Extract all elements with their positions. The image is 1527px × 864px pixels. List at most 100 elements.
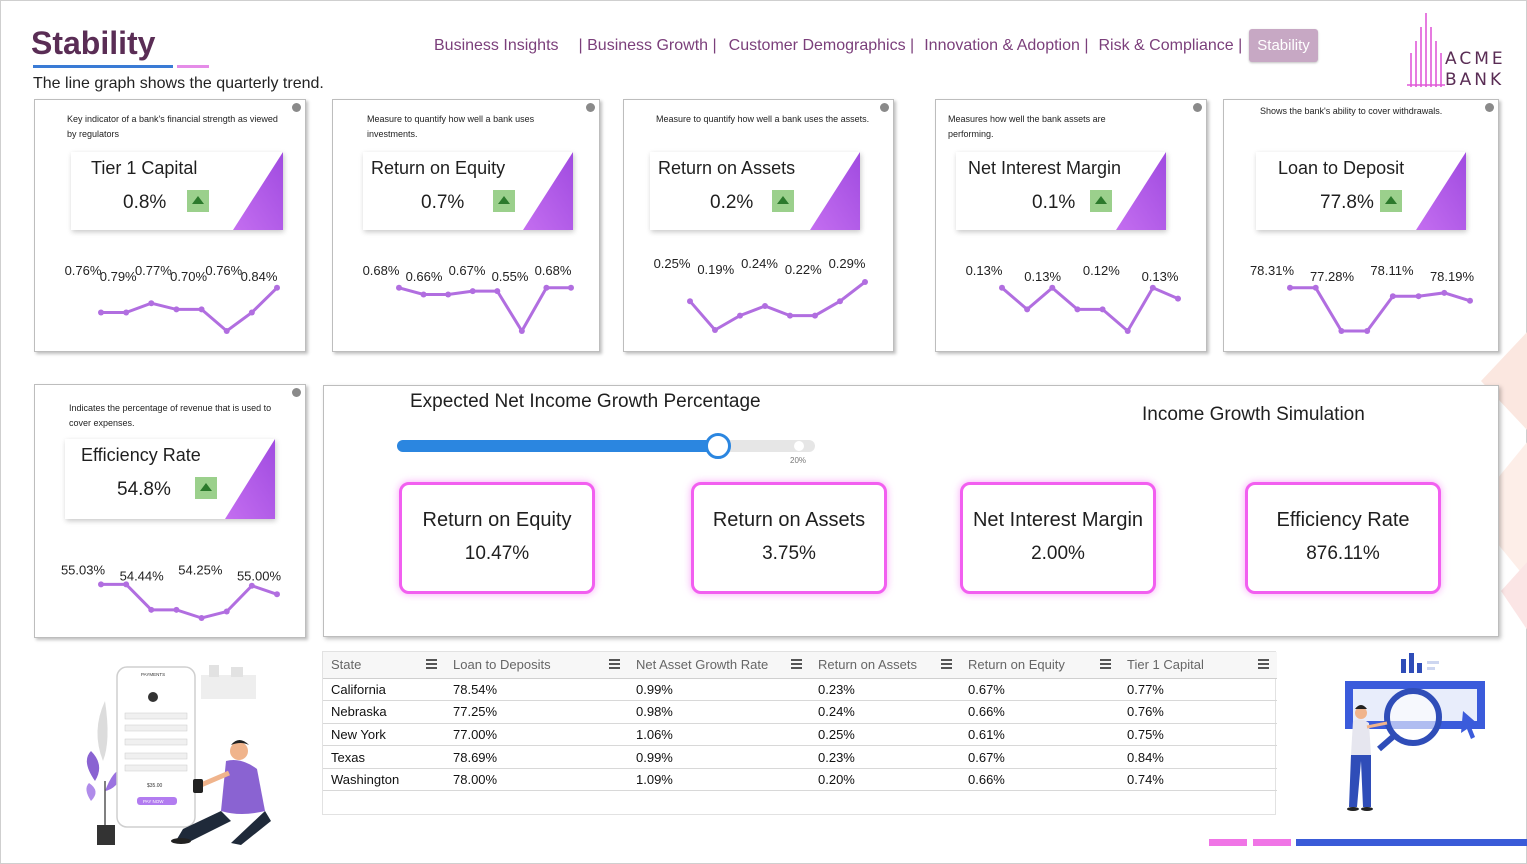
column-menu-icon[interactable] <box>1100 659 1111 669</box>
sim-card-efficiency-rate: Efficiency Rate 876.11% <box>1245 482 1441 594</box>
state-metrics-table: State Loan to Deposits Net Asset Growth … <box>322 651 1277 815</box>
column-menu-icon[interactable] <box>941 659 952 669</box>
cell-return-on-assets: 0.23% <box>810 678 960 702</box>
sparkline-data-label: 77.28% <box>1310 269 1355 284</box>
info-icon[interactable] <box>292 103 301 112</box>
column-menu-icon[interactable] <box>609 659 620 669</box>
slider-fill <box>397 440 719 452</box>
cell-loan-to-deposits: 78.69% <box>445 745 628 769</box>
kpi-card-tier1-capital: Key indicator of a bank's financial stre… <box>34 99 306 352</box>
nav-customer-demographics[interactable]: Customer Demographics | <box>726 37 918 55</box>
kpi-label: Efficiency Rate <box>81 445 201 465</box>
cell-tier1-capital: 0.77% <box>1119 678 1277 702</box>
cell-loan-to-deposits: 77.00% <box>445 723 628 747</box>
kpi-value: 54.8% <box>117 479 171 500</box>
sparkline-data-label: 0.24% <box>741 256 778 271</box>
sparkline-point <box>543 284 550 291</box>
sparkline-point <box>494 288 501 295</box>
sparkline-point <box>1049 284 1056 291</box>
column-header-loan-to-deposits[interactable]: Loan to Deposits <box>445 652 628 679</box>
sparkline-chart: 55.03% 54.44% 54.25% 55.00% <box>61 563 281 621</box>
sparkline-point <box>173 606 180 613</box>
kpi-box: Return on Equity 0.7% <box>363 152 573 230</box>
income-growth-simulation-panel: Expected Net Income Growth Percentage In… <box>323 385 1499 637</box>
sparkline-chart: 78.31% 77.28% 78.11% 78.19% <box>1250 263 1474 334</box>
sim-card-label: Return on Assets <box>712 509 866 531</box>
kpi-card-efficiency-rate: Indicates the percentage of revenue that… <box>34 384 306 638</box>
footer-bar-pink-1 <box>1209 839 1247 846</box>
nav-business-growth[interactable]: | Business Growth | <box>576 37 720 55</box>
cell-return-on-equity: 0.66% <box>960 700 1119 724</box>
nav-stability-active[interactable]: Stability <box>1249 29 1318 62</box>
table-header-row: State Loan to Deposits Net Asset Growth … <box>323 652 1277 679</box>
sparkline-data-label: 78.31% <box>1250 263 1295 278</box>
kpi-description: Indicates the percentage of revenue that… <box>69 403 272 428</box>
column-header-net-asset-growth-rate[interactable]: Net Asset Growth Rate <box>628 652 810 679</box>
sim-card-label: Efficiency Rate <box>1276 509 1410 531</box>
cell-tier1-capital: 0.76% <box>1119 700 1277 724</box>
info-icon[interactable] <box>1193 103 1202 112</box>
sparkline-path <box>101 582 278 620</box>
sim-card-label: Net Interest Margin <box>972 509 1144 531</box>
dashboard-root: Stability The line graph shows the quart… <box>0 0 1527 864</box>
column-menu-icon[interactable] <box>791 659 802 669</box>
sparkline-point <box>445 291 452 298</box>
sparkline-data-label: 0.76% <box>65 263 102 278</box>
slider-thumb[interactable] <box>705 433 731 459</box>
nav-business-insights[interactable]: Business Insights <box>431 37 562 55</box>
data-search-illustration <box>1345 653 1485 811</box>
sparkline-point <box>1124 328 1131 334</box>
table-row[interactable]: New York 77.00% 1.06% 0.25% 0.61% 0.75% <box>323 723 1277 747</box>
sim-card-label: Return on Equity <box>422 509 572 531</box>
table-row[interactable]: California 78.54% 0.99% 0.23% 0.67% 0.77… <box>323 678 1277 702</box>
sparkline-point <box>812 312 818 319</box>
page-title: Stability <box>31 25 156 61</box>
sparkline-path <box>101 286 279 333</box>
table-row[interactable]: Nebraska 77.25% 0.98% 0.24% 0.66% 0.76% <box>323 700 1277 724</box>
column-header-state[interactable]: State <box>323 652 445 679</box>
kpi-box: Loan to Deposit 77.8% <box>1256 152 1466 230</box>
kpi-label: Return on Equity <box>371 158 506 178</box>
cell-return-on-assets: 0.20% <box>810 768 960 792</box>
sparkline-point <box>1467 297 1473 304</box>
column-header-return-on-equity[interactable]: Return on Equity <box>960 652 1119 679</box>
sparkline-data-label: 78.11% <box>1370 263 1414 278</box>
cell-net-asset-growth-rate: 0.99% <box>628 745 810 769</box>
sparkline-point <box>1074 306 1081 313</box>
sparkline-data-label: 0.84% <box>241 269 278 284</box>
cell-net-asset-growth-rate: 1.09% <box>628 768 810 792</box>
kpi-label: Loan to Deposit <box>1278 158 1405 178</box>
column-menu-icon[interactable] <box>426 659 437 669</box>
cell-return-on-assets: 0.24% <box>810 700 960 724</box>
table-row[interactable]: Washington 78.00% 1.09% 0.20% 0.66% 0.74… <box>323 768 1277 792</box>
sparkline-point <box>762 303 768 309</box>
column-header-return-on-assets[interactable]: Return on Assets <box>810 652 960 679</box>
cell-tier1-capital: 0.75% <box>1119 723 1277 747</box>
phone-screen-button: PAY NOW <box>143 799 164 804</box>
sparkline-data-label: 0.13% <box>966 263 1003 278</box>
info-icon[interactable] <box>292 388 301 397</box>
kpi-box: Efficiency Rate 54.8% <box>65 439 275 519</box>
mobile-payment-illustration: PAYMENTS $35.00 PAY NOW <box>86 665 271 845</box>
sparkline-point <box>248 309 255 316</box>
cell-return-on-equity: 0.67% <box>960 745 1119 769</box>
sparkline-data-label: 0.13% <box>1024 269 1061 284</box>
column-header-tier1-capital[interactable]: Tier 1 Capital <box>1119 652 1277 679</box>
table-row[interactable]: Texas 78.69% 0.99% 0.23% 0.67% 0.84% <box>323 745 1277 769</box>
slider-end-marker <box>794 441 804 451</box>
info-icon[interactable] <box>1485 103 1494 112</box>
sparkline-chart: 0.13% 0.13% 0.12% 0.13% <box>966 263 1181 334</box>
nav-risk-compliance[interactable]: Risk & Compliance | <box>1096 37 1246 55</box>
nav-innovation-adoption[interactable]: Innovation & Adoption | <box>921 37 1091 55</box>
column-menu-icon[interactable] <box>1258 659 1269 669</box>
kpi-wedge-decoration <box>1416 152 1466 230</box>
info-icon[interactable] <box>586 103 595 112</box>
sparkline-point <box>223 608 230 615</box>
sparkline-data-label: 55.03% <box>61 563 106 578</box>
info-icon[interactable] <box>880 103 889 112</box>
sparkline-point <box>148 606 155 613</box>
cell-net-asset-growth-rate: 0.99% <box>628 678 810 702</box>
sim-card-return-on-assets: Return on Assets 3.75% <box>691 482 887 594</box>
cell-return-on-assets: 0.25% <box>810 723 960 747</box>
sim-card-value: 876.11% <box>1306 543 1380 564</box>
